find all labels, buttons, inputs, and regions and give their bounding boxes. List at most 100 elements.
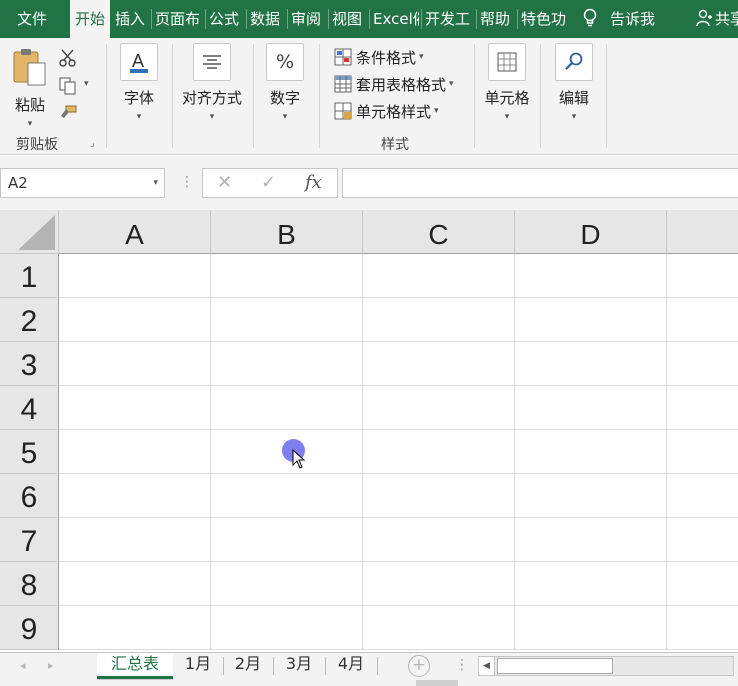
- cell[interactable]: [515, 562, 667, 606]
- vertical-scroll-handle[interactable]: [416, 680, 458, 686]
- sheet-tab-mar[interactable]: 3月: [276, 653, 322, 679]
- cell[interactable]: [363, 386, 515, 430]
- conditional-formatting-button[interactable]: 条件格式 ▾: [334, 45, 424, 69]
- tab-special-features[interactable]: 特色功: [521, 0, 569, 38]
- resize-handle-icon[interactable]: ⋮: [455, 657, 469, 673]
- cell[interactable]: [363, 518, 515, 562]
- row-header-5[interactable]: 5: [0, 430, 59, 474]
- tab-file[interactable]: 文件: [17, 0, 53, 38]
- cell[interactable]: [667, 430, 738, 474]
- cell-styles-button[interactable]: 单元格样式 ▾: [334, 99, 439, 123]
- cell[interactable]: [515, 342, 667, 386]
- cell[interactable]: [363, 562, 515, 606]
- cell[interactable]: [59, 562, 211, 606]
- cell[interactable]: [59, 254, 211, 298]
- sheet-tab-summary[interactable]: 汇总表: [97, 653, 173, 679]
- cell[interactable]: [211, 342, 363, 386]
- scrollbar-thumb[interactable]: [497, 658, 613, 674]
- number-button[interactable]: % 数字 ▾: [265, 43, 305, 122]
- sheet-tab-jan[interactable]: 1月: [176, 653, 220, 679]
- cell[interactable]: [667, 386, 738, 430]
- cell[interactable]: [211, 606, 363, 650]
- format-as-table-button[interactable]: 套用表格格式 ▾: [334, 72, 454, 96]
- cell[interactable]: [363, 430, 515, 474]
- add-sheet-button[interactable]: +: [408, 655, 430, 677]
- row-header-2[interactable]: 2: [0, 298, 59, 342]
- paste-button[interactable]: 粘贴 ▾: [10, 46, 50, 129]
- cell[interactable]: [211, 298, 363, 342]
- scroll-left-arrow-icon[interactable]: ◀: [479, 657, 495, 675]
- name-box[interactable]: A2 ▾: [0, 168, 165, 198]
- cell[interactable]: [667, 474, 738, 518]
- cell[interactable]: [59, 342, 211, 386]
- dialog-launcher-icon[interactable]: ⌟: [90, 138, 95, 149]
- column-header-b[interactable]: B: [211, 210, 363, 254]
- cell[interactable]: [211, 562, 363, 606]
- cell[interactable]: [667, 254, 738, 298]
- cell[interactable]: [515, 606, 667, 650]
- cell[interactable]: [667, 298, 738, 342]
- scroll-right-icon[interactable]: ▸: [48, 659, 54, 672]
- cell[interactable]: [515, 298, 667, 342]
- cell[interactable]: [667, 342, 738, 386]
- cell[interactable]: [59, 606, 211, 650]
- cell[interactable]: [59, 430, 211, 474]
- tab-excel-addin[interactable]: Excel催: [373, 0, 419, 38]
- tab-view[interactable]: 视图: [332, 0, 366, 38]
- row-header-7[interactable]: 7: [0, 518, 59, 562]
- copy-dropdown-icon[interactable]: ▾: [84, 79, 89, 89]
- scroll-left-icon[interactable]: ◂: [20, 659, 26, 672]
- cell[interactable]: [515, 386, 667, 430]
- row-header-4[interactable]: 4: [0, 386, 59, 430]
- cell[interactable]: [667, 562, 738, 606]
- select-all-corner[interactable]: [0, 210, 59, 254]
- column-header-c[interactable]: C: [363, 210, 515, 254]
- cell[interactable]: [667, 518, 738, 562]
- cell[interactable]: [59, 298, 211, 342]
- column-header-e[interactable]: [667, 210, 738, 254]
- cell[interactable]: [59, 474, 211, 518]
- cell[interactable]: [363, 298, 515, 342]
- row-header-8[interactable]: 8: [0, 562, 59, 606]
- copy-icon[interactable]: [58, 76, 78, 96]
- cells-button[interactable]: 单元格 ▾: [484, 43, 530, 122]
- cell[interactable]: [59, 518, 211, 562]
- tab-formulas[interactable]: 公式: [209, 0, 243, 38]
- cell[interactable]: [363, 254, 515, 298]
- tab-data[interactable]: 数据: [250, 0, 284, 38]
- formula-input[interactable]: [342, 168, 738, 198]
- cell[interactable]: [211, 386, 363, 430]
- row-header-9[interactable]: 9: [0, 606, 59, 650]
- format-painter-icon[interactable]: [58, 104, 78, 124]
- cut-icon[interactable]: [58, 48, 78, 68]
- tell-me-search[interactable]: 告诉我: [582, 0, 678, 38]
- cell[interactable]: [211, 474, 363, 518]
- cell[interactable]: [363, 606, 515, 650]
- cell[interactable]: [515, 518, 667, 562]
- worksheet-grid[interactable]: A B C D 123456789: [0, 210, 738, 652]
- tab-page-layout[interactable]: 页面布: [155, 0, 203, 38]
- column-header-d[interactable]: D: [515, 210, 667, 254]
- cell[interactable]: [211, 254, 363, 298]
- tab-home[interactable]: 开始: [70, 0, 110, 38]
- cancel-icon[interactable]: ✕: [217, 172, 232, 193]
- horizontal-scrollbar[interactable]: ◀: [478, 656, 734, 676]
- alignment-button[interactable]: 对齐方式 ▾: [180, 43, 244, 122]
- cell[interactable]: [667, 606, 738, 650]
- enter-icon[interactable]: ✓: [261, 172, 276, 193]
- resize-handle-icon[interactable]: ⋮: [180, 174, 194, 190]
- cell[interactable]: [363, 474, 515, 518]
- chevron-down-icon[interactable]: ▾: [153, 169, 158, 197]
- row-header-3[interactable]: 3: [0, 342, 59, 386]
- cell[interactable]: [515, 430, 667, 474]
- row-header-6[interactable]: 6: [0, 474, 59, 518]
- sheet-tab-apr[interactable]: 4月: [328, 653, 374, 679]
- tab-insert[interactable]: 插入: [115, 0, 149, 38]
- cell[interactable]: [363, 342, 515, 386]
- font-button[interactable]: A 字体 ▾: [119, 43, 159, 122]
- insert-function-icon[interactable]: fx: [305, 172, 322, 193]
- share-button[interactable]: 共享: [696, 0, 738, 38]
- tab-developer[interactable]: 开发工: [425, 0, 473, 38]
- tab-review[interactable]: 审阅: [291, 0, 325, 38]
- tab-help[interactable]: 帮助: [480, 0, 514, 38]
